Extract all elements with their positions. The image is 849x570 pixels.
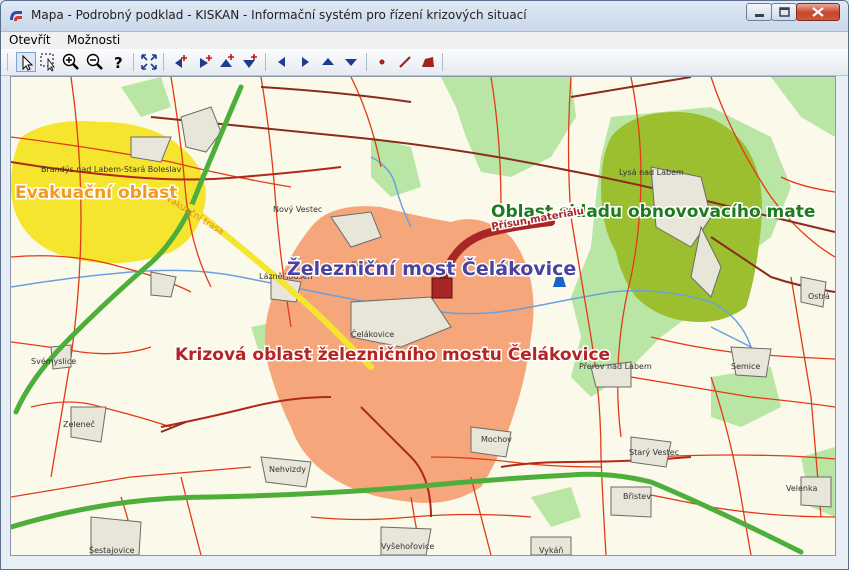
pan-left-icon	[278, 57, 285, 67]
pan-right-icon	[302, 57, 309, 67]
town-novy-vestec: Nový Vestec	[273, 205, 322, 214]
town-vykan: Vykáň	[539, 545, 563, 555]
maximize-button[interactable]	[771, 3, 797, 21]
add-down-icon	[243, 54, 257, 68]
add-right-icon	[200, 55, 212, 68]
town-nehvizdy: Nehvizdy	[269, 465, 306, 474]
zoom-out-button[interactable]	[85, 52, 105, 72]
draw-point-button[interactable]	[372, 52, 392, 72]
pan-right-button[interactable]	[295, 52, 315, 72]
fit-extent-icon	[141, 54, 157, 70]
add-top-left-icon	[175, 55, 187, 68]
town-stary-vestec: Starý Vestec	[629, 448, 679, 457]
pan-down-icon	[345, 59, 357, 66]
add-down-button[interactable]	[240, 52, 260, 72]
draw-line-button[interactable]	[395, 52, 415, 72]
select-area-icon	[40, 53, 55, 72]
maximize-icon	[779, 7, 790, 17]
add-right-button[interactable]	[195, 52, 215, 72]
pan-up-button[interactable]	[318, 52, 338, 72]
add-top-left-button[interactable]	[171, 52, 191, 72]
app-window: Mapa - Podrobný podklad - KISKAN - Infor…	[0, 0, 849, 570]
pan-down-button[interactable]	[341, 52, 361, 72]
pan-up-icon	[322, 58, 334, 65]
bridge-marker[interactable]	[431, 277, 453, 299]
title-bar[interactable]: Mapa - Podrobný podklad - KISKAN - Infor…	[1, 1, 848, 32]
toolbar-separator	[442, 53, 443, 71]
label-evacuation: Evakuační oblast	[15, 183, 177, 203]
toolbar-separator	[366, 53, 367, 71]
window-title: Mapa - Podrobný podklad - KISKAN - Infor…	[31, 8, 527, 22]
draw-point-icon	[379, 59, 385, 65]
add-up-icon	[220, 54, 234, 67]
zoom-in-button[interactable]	[61, 52, 81, 72]
zoom-in-icon	[62, 53, 79, 70]
town-mochov: Mochov	[481, 435, 512, 444]
menu-bar: Otevřít Možnosti	[1, 32, 848, 49]
town-vysocany: Vyšehořovice	[381, 541, 434, 551]
draw-polygon-icon	[422, 57, 434, 67]
app-icon	[10, 11, 22, 21]
map-view[interactable]: evakuační trasa Brandýs nad Labem-Stará …	[10, 76, 836, 556]
town-svemyslice: Svémyslice	[31, 356, 76, 366]
town-velenka: Velenka	[786, 484, 817, 493]
minimize-icon	[755, 14, 764, 17]
select-area-button[interactable]	[39, 52, 59, 72]
map-canvas[interactable]: evakuační trasa Brandýs nad Labem-Stará …	[11, 77, 835, 555]
fit-extent-button[interactable]	[139, 52, 159, 72]
close-icon	[812, 7, 824, 17]
select-arrow-icon	[22, 54, 34, 71]
pan-left-button[interactable]	[272, 52, 292, 72]
town-celakovice: Čelákovice	[351, 328, 394, 339]
label-bridge: Železniční most Čelákovice	[287, 256, 576, 280]
help-button[interactable]: ?	[109, 52, 129, 72]
select-arrow-button[interactable]	[16, 52, 36, 72]
window-controls	[746, 3, 840, 21]
menu-otevrit[interactable]: Otevřít	[9, 33, 51, 47]
toolbar: ?	[1, 49, 848, 76]
toolbar-separator	[265, 53, 266, 71]
draw-line-icon	[399, 56, 411, 68]
close-button[interactable]	[796, 3, 840, 21]
toolbar-grip	[7, 53, 8, 71]
town-sestajovice: Šestajovice	[89, 544, 135, 555]
help-icon: ?	[114, 54, 123, 72]
minimize-button[interactable]	[746, 3, 772, 21]
zoom-out-icon	[86, 53, 103, 70]
town-ostra: Ostrá	[808, 292, 830, 301]
draw-polygon-button[interactable]	[418, 52, 438, 72]
town-zelenec: Zeleneč	[63, 419, 95, 429]
label-crisis-area: Krizová oblast železničního mostu Čeláko…	[175, 343, 610, 365]
add-up-button[interactable]	[217, 52, 237, 72]
menu-moznosti[interactable]: Možnosti	[67, 33, 120, 47]
svg-text:?: ?	[114, 54, 123, 72]
toolbar-separator	[133, 53, 134, 71]
town-bristvi: Břistev	[623, 492, 651, 501]
town-semice: Semice	[731, 362, 760, 371]
toolbar-separator	[163, 53, 164, 71]
town-brandys: Brandýs nad Labem-Stará Boleslav	[41, 165, 182, 174]
town-lysa: Lysá nad Labem	[619, 168, 684, 177]
